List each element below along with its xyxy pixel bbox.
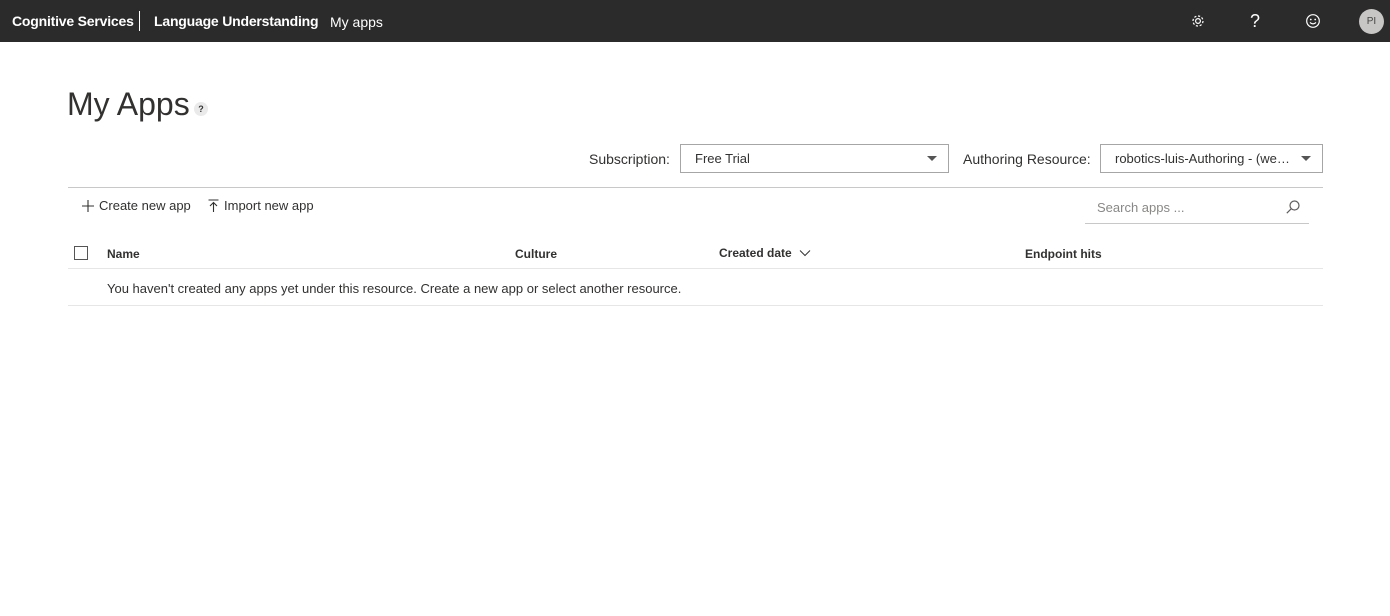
column-header-created-date-label: Created date [719,246,792,260]
search-icon[interactable] [1285,199,1301,220]
brand-divider [139,11,140,31]
empty-state-message: You haven't created any apps yet under t… [107,281,682,296]
import-new-app-button[interactable]: Import new app [207,198,314,213]
product-name[interactable]: Language Understanding [154,13,319,29]
breadcrumb-my-apps[interactable]: My apps [330,14,383,30]
upload-icon [208,198,219,212]
row-divider [68,305,1323,306]
import-new-app-label: Import new app [224,198,314,213]
smiley-icon[interactable] [1302,10,1324,32]
subscription-label: Subscription: [589,151,670,167]
title-help-icon[interactable]: ? [194,102,208,116]
chevron-down-icon [799,250,811,257]
plus-icon [82,199,94,212]
column-header-created-date[interactable]: Created date [719,246,811,260]
help-icon[interactable]: ? [1244,10,1266,32]
search-box [1085,193,1309,224]
top-bar: Cognitive Services Language Understandin… [0,0,1390,42]
search-input[interactable] [1097,200,1277,215]
subscription-value: Free Trial [695,151,750,166]
caret-down-icon [927,156,937,161]
subscription-dropdown[interactable]: Free Trial [680,144,949,173]
create-new-app-button[interactable]: Create new app [81,198,191,213]
avatar[interactable]: PI [1359,9,1384,34]
page-title: My Apps [67,86,190,122]
header-divider [68,268,1323,269]
gear-icon[interactable] [1187,10,1209,32]
create-new-app-label: Create new app [99,198,191,213]
authoring-resource-label: Authoring Resource: [963,151,1091,167]
column-header-culture[interactable]: Culture [515,247,557,261]
divider [68,187,1323,188]
authoring-resource-dropdown[interactable]: robotics-luis-Authoring - (westus) [1100,144,1323,173]
authoring-resource-value: robotics-luis-Authoring - (westus) [1115,151,1306,166]
column-header-name[interactable]: Name [107,247,140,261]
select-all-checkbox[interactable] [74,246,88,260]
brand-name[interactable]: Cognitive Services [12,13,134,29]
column-header-endpoint-hits[interactable]: Endpoint hits [1025,247,1102,261]
caret-down-icon [1301,156,1311,161]
